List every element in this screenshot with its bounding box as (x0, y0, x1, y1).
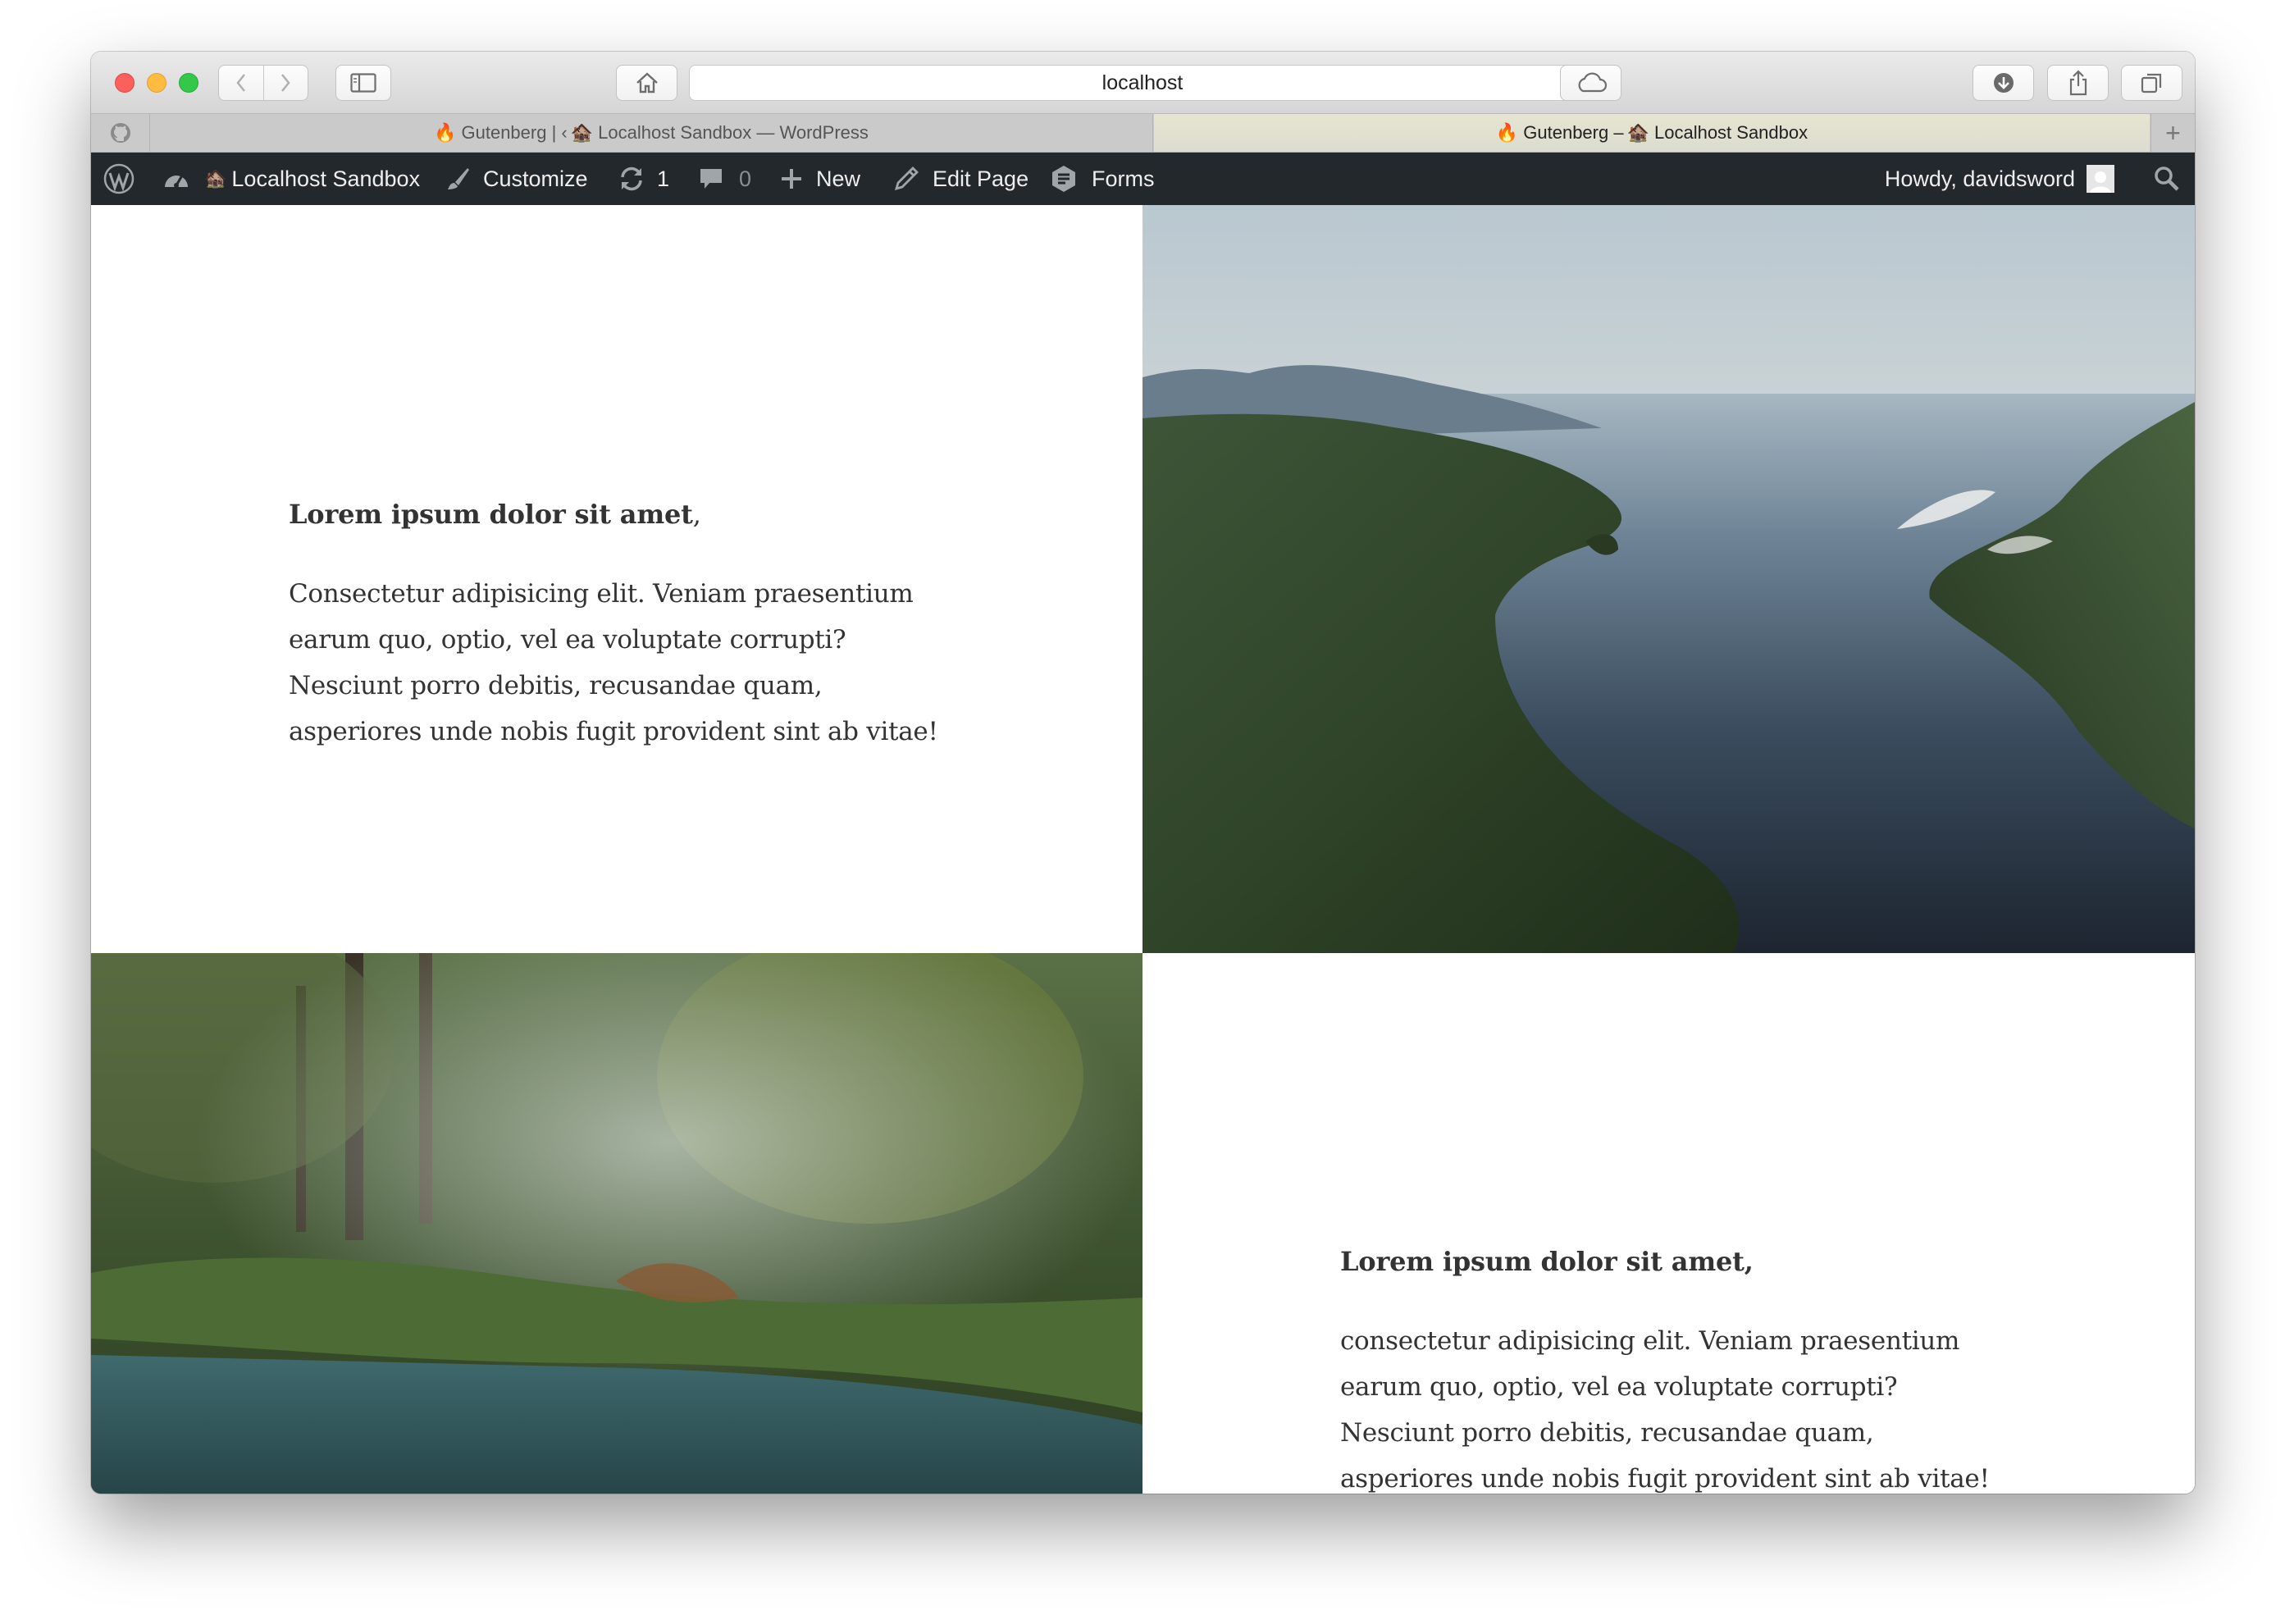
edit-page-label: Edit Page (933, 166, 1029, 191)
sidebar-icon (350, 73, 376, 93)
browser-window: localhost 🔥 Gutenberg | ‹ 🏚️ Localhost S… (91, 52, 2195, 1494)
tab-title: Localhost Sandbox (1653, 122, 1808, 143)
wp-admin-bar: 🏚️ Localhost Sandbox Customize 1 0 New E… (91, 153, 2195, 205)
block-paragraph: consectetur adipisicing elit. Veniam pra… (1340, 1326, 1990, 1494)
fire-icon: 🔥 (434, 122, 457, 143)
customize-label: Customize (483, 166, 588, 191)
forward-button[interactable] (262, 66, 308, 100)
home-button[interactable] (616, 65, 677, 101)
user-avatar-icon (2090, 171, 2111, 193)
media-text-block-2: Lorem ipsum dolor sit amet, consectetur … (1142, 953, 2195, 1494)
share-icon (2069, 70, 2087, 96)
downloads-button[interactable] (1973, 65, 2034, 101)
chevron-right-icon (281, 74, 291, 92)
chevron-left-icon (236, 74, 245, 92)
fire-icon: 🔥 (1495, 122, 1519, 143)
window-close-button[interactable] (115, 73, 135, 93)
tab-overview-button[interactable] (2121, 65, 2182, 101)
updates-count: 1 (657, 166, 670, 191)
pencil-icon (894, 167, 919, 191)
dashboard-icon (165, 175, 188, 188)
paintbrush-icon (448, 168, 469, 189)
my-account-menu[interactable]: Howdy, davidsword (1885, 153, 2114, 205)
site-name-menu[interactable]: 🏚️ Localhost Sandbox (204, 153, 420, 205)
search-icon (2155, 167, 2179, 191)
forms-label: Forms (1092, 166, 1155, 191)
tab-bar: 🔥 Gutenberg | ‹ 🏚️ Localhost Sandbox — W… (91, 114, 2195, 153)
share-button[interactable] (2047, 65, 2109, 101)
address-text: localhost (1101, 71, 1184, 94)
misty-forest-river-photo (91, 953, 1142, 1494)
window-zoom-button[interactable] (179, 73, 198, 93)
forms-icon (1052, 166, 1075, 192)
address-bar[interactable]: localhost (689, 65, 1596, 101)
dashboard-menu[interactable] (162, 153, 191, 205)
updates-link[interactable]: 1 (618, 153, 669, 205)
tab-title: Localhost Sandbox — WordPress (598, 122, 869, 143)
tab-gutenberg-site[interactable]: 🔥 Gutenberg – 🏚️ Localhost Sandbox (1154, 114, 2150, 152)
edit-page-link[interactable]: Edit Page (893, 153, 1028, 205)
download-icon (1993, 73, 2014, 93)
back-button[interactable] (219, 66, 263, 100)
page-content: Lorem ipsum dolor sit amet, Consectetur … (91, 205, 2195, 1494)
pinned-tab[interactable] (91, 114, 150, 152)
back-forward-group (218, 65, 308, 101)
github-icon (110, 123, 130, 143)
new-label: New (816, 166, 861, 191)
house-icon: 🏚️ (1626, 122, 1649, 143)
cloud-tabs-button[interactable] (1560, 65, 1621, 101)
house-icon: 🏚️ (204, 168, 227, 189)
block-paragraph: Consectetur adipisicing elit. Veniam pra… (289, 579, 938, 746)
sidebar-button[interactable] (335, 65, 391, 101)
wordpress-icon (103, 163, 135, 194)
wp-logo-menu[interactable] (103, 153, 135, 205)
media-text-block-1: Lorem ipsum dolor sit amet, Consectetur … (91, 205, 1142, 953)
tabs-icon (2141, 73, 2161, 94)
new-tab-button[interactable]: + (2150, 114, 2195, 152)
admin-search-button[interactable] (2154, 153, 2180, 205)
block-heading: Lorem ipsum dolor sit amet, (289, 499, 701, 530)
greeting: Howdy, davidsword (1884, 166, 2075, 191)
updates-icon (621, 167, 642, 191)
window-minimize-button[interactable] (147, 73, 166, 93)
comment-icon (700, 169, 722, 189)
new-content-menu[interactable]: New (780, 153, 860, 205)
comments-link[interactable]: 0 (698, 153, 751, 205)
tab-title-prefix: Gutenberg – (1523, 122, 1624, 143)
plus-icon (782, 169, 801, 189)
comments-count: 0 (739, 166, 752, 191)
browser-toolbar: localhost (91, 52, 2195, 114)
customize-link[interactable]: Customize (445, 153, 588, 205)
site-name: Localhost Sandbox (231, 166, 421, 191)
forms-menu[interactable]: Forms (1049, 153, 1155, 205)
avatar (2087, 165, 2114, 193)
aerial-fjord-photo (1142, 205, 2195, 953)
tab-gutenberg-admin[interactable]: 🔥 Gutenberg | ‹ 🏚️ Localhost Sandbox — W… (150, 114, 1153, 152)
tab-title-prefix: Gutenberg | ‹ (461, 122, 568, 143)
block-heading: Lorem ipsum dolor sit amet, (1340, 1246, 1754, 1277)
cloud-icon (1577, 72, 1607, 93)
home-icon (636, 72, 658, 94)
house-icon: 🏚️ (570, 122, 594, 143)
